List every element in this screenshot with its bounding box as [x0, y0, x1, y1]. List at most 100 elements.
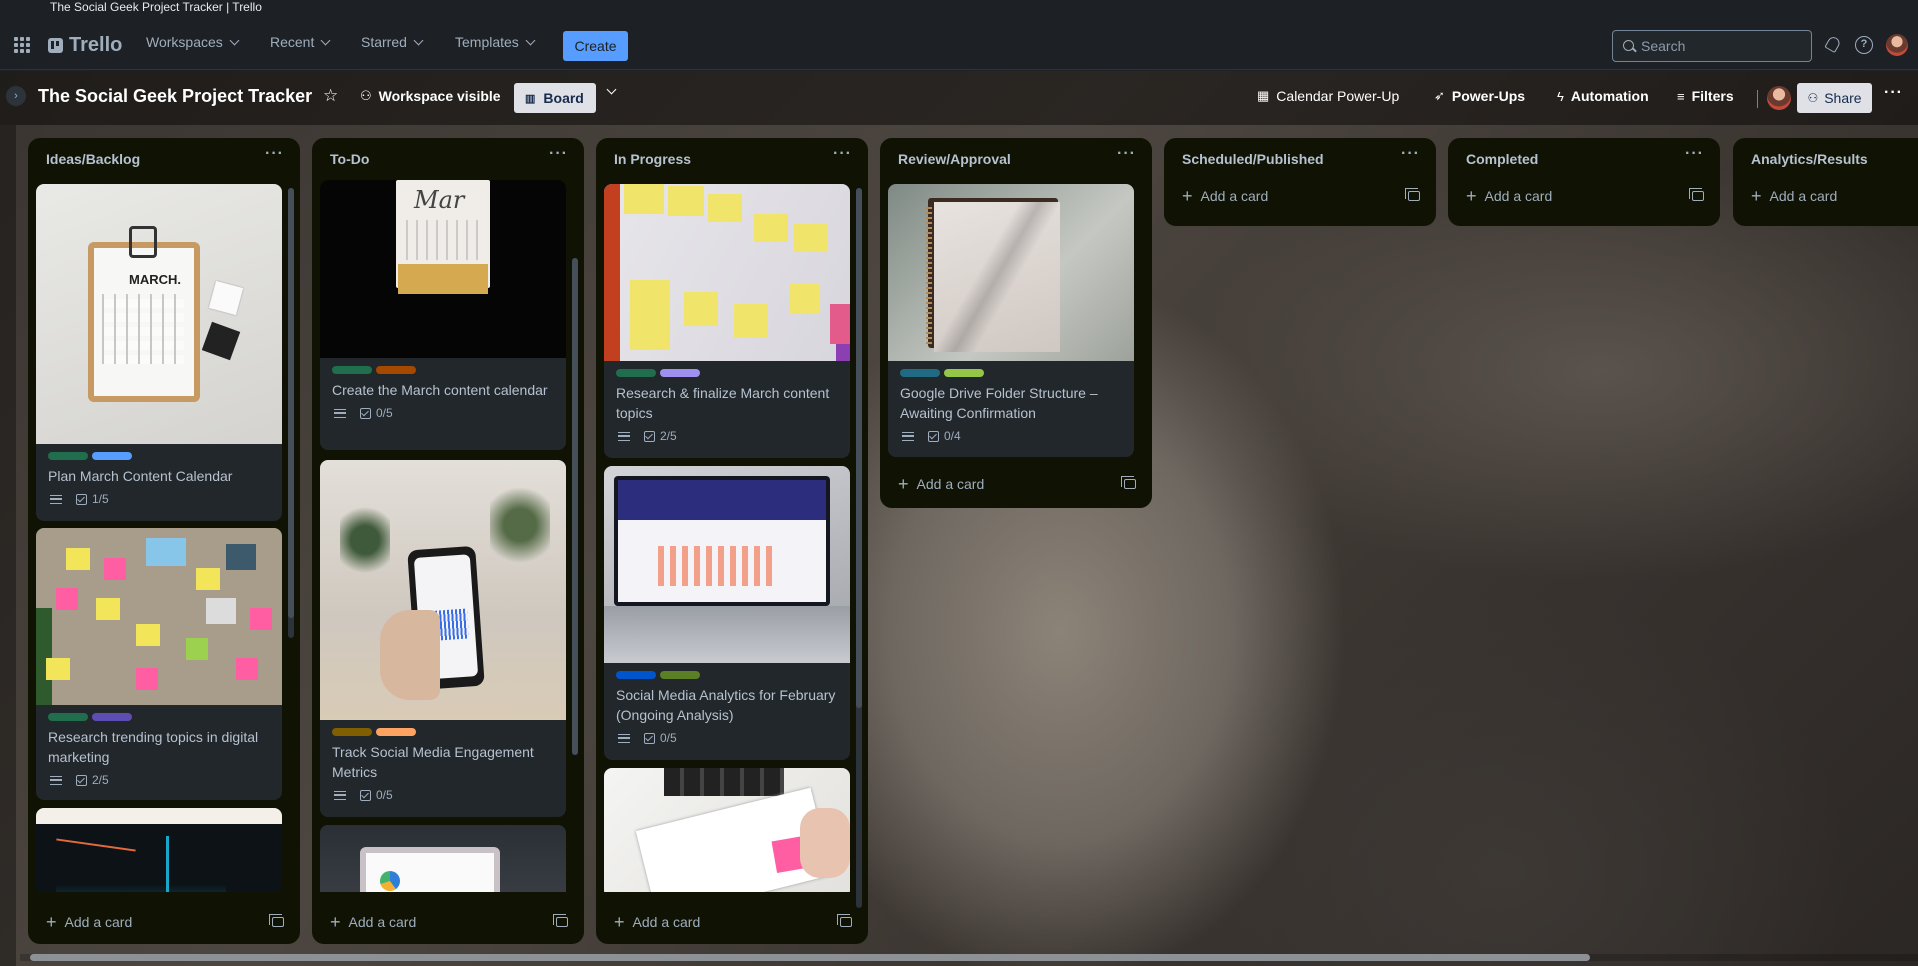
- powerups-button[interactable]: ➶ Power-Ups: [1434, 88, 1525, 104]
- add-card-label: Add a card: [1769, 188, 1838, 204]
- checklist-icon: [76, 493, 87, 505]
- list-title[interactable]: Ideas/Backlog: [46, 151, 140, 167]
- expand-sidebar-icon[interactable]: ›: [6, 86, 26, 106]
- create-from-template-icon[interactable]: [553, 914, 568, 927]
- workspaces-label: Workspaces: [146, 34, 223, 50]
- starred-label: Starred: [361, 34, 407, 50]
- help-icon[interactable]: ?: [1855, 36, 1873, 54]
- templates-menu[interactable]: Templates: [455, 34, 536, 50]
- plus-icon: +: [1182, 185, 1193, 206]
- share-button[interactable]: ⚇ Share: [1797, 83, 1872, 113]
- card-track-social-media-engagement[interactable]: Track Social Media Engagement Metrics 0/…: [320, 460, 566, 817]
- checklist-icon: [928, 430, 939, 442]
- add-card-button[interactable]: + Add a card: [1456, 180, 1712, 212]
- card-plan-march-content-calendar[interactable]: MARCH. Plan March Content Calendar 1/5: [36, 184, 282, 521]
- card-cover-image: [36, 808, 282, 892]
- add-card-button[interactable]: + Add a card: [320, 906, 576, 938]
- checklist-icon: [644, 732, 655, 744]
- checklist-count: 2/5: [660, 429, 677, 443]
- list-scrollbar[interactable]: [572, 258, 578, 755]
- board-view-button[interactable]: ▥ Board: [514, 83, 596, 113]
- add-card-button[interactable]: + Add a card: [1741, 180, 1911, 212]
- list-menu-icon[interactable]: ···: [1685, 145, 1704, 163]
- list-title[interactable]: Review/Approval: [898, 151, 1011, 167]
- star-board-icon[interactable]: ☆: [323, 86, 338, 106]
- app-switcher-icon[interactable]: [14, 37, 30, 53]
- card-research-finalize-march-topics[interactable]: Research & finalize March content topics…: [604, 184, 850, 458]
- list-title[interactable]: Analytics/Results: [1751, 151, 1868, 167]
- create-button[interactable]: Create: [563, 31, 628, 61]
- card-title: Research trending topics in digital mark…: [48, 729, 259, 765]
- card-create-march-content-calendar[interactable]: Mar Create the March content calendar 0/…: [320, 180, 566, 450]
- checklist-icon: [360, 789, 371, 801]
- calendar-powerup-label: Calendar Power-Up: [1276, 88, 1400, 104]
- list-cards: Research & finalize March content topics…: [604, 180, 850, 892]
- workspaces-menu[interactable]: Workspaces: [146, 34, 240, 50]
- add-card-button[interactable]: + Add a card: [888, 468, 1144, 500]
- member-avatar[interactable]: [1767, 86, 1791, 110]
- checklist-count: 0/5: [376, 788, 393, 802]
- list-menu-icon[interactable]: ···: [1117, 145, 1136, 163]
- switch-views-button[interactable]: [606, 84, 617, 95]
- add-card-button[interactable]: + Add a card: [36, 906, 292, 938]
- list-menu-icon[interactable]: ···: [549, 145, 568, 163]
- list-menu-icon[interactable]: ···: [265, 145, 284, 163]
- create-from-template-icon[interactable]: [1689, 188, 1704, 201]
- list-title[interactable]: Completed: [1466, 151, 1538, 167]
- list-scrollbar[interactable]: [288, 188, 294, 638]
- filters-label: Filters: [1691, 88, 1734, 104]
- checklist-count: 1/5: [92, 492, 109, 506]
- description-icon: [902, 431, 914, 441]
- list-menu-icon[interactable]: ···: [833, 145, 852, 163]
- list-title[interactable]: Scheduled/Published: [1182, 151, 1324, 167]
- calendar-powerup-button[interactable]: ▦ Calendar Power-Up: [1257, 88, 1399, 104]
- list-review-approval: Review/Approval ··· Google Drive Folder S…: [880, 138, 1152, 508]
- board-horizontal-scrollbar[interactable]: [30, 954, 1590, 961]
- filter-icon: ≡: [1677, 88, 1685, 104]
- trello-logo[interactable]: Trello: [48, 34, 122, 57]
- create-from-template-icon[interactable]: [269, 914, 284, 927]
- list-menu-icon[interactable]: ···: [1401, 145, 1420, 163]
- chevron-down-icon: [525, 35, 536, 45]
- search-input[interactable]: Search: [1612, 30, 1812, 62]
- card-analytics-monitor[interactable]: [36, 808, 282, 892]
- create-from-template-icon[interactable]: [837, 914, 852, 927]
- card-desk-planner[interactable]: [604, 768, 850, 892]
- card-social-media-analytics-february[interactable]: Social Media Analytics for February (Ong…: [604, 466, 850, 760]
- list-scrollbar[interactable]: [856, 188, 862, 908]
- list-analytics-results: Analytics/Results + Add a card: [1733, 138, 1918, 226]
- board-title[interactable]: The Social Geek Project Tracker: [38, 86, 312, 107]
- chevron-down-icon: [229, 35, 240, 45]
- filters-button[interactable]: ≡ Filters: [1677, 88, 1734, 104]
- workspace-visibility-button[interactable]: ⚇ Workspace visible: [360, 88, 501, 104]
- list-cards: MARCH. Plan March Content Calendar 1/5 R…: [36, 180, 282, 892]
- board-view-icon: ▥: [525, 92, 536, 105]
- create-from-template-icon[interactable]: [1405, 188, 1420, 201]
- notifications-bell-icon[interactable]: [1824, 36, 1842, 54]
- create-from-template-icon[interactable]: [1121, 476, 1136, 489]
- account-avatar[interactable]: [1886, 34, 1908, 56]
- starred-menu[interactable]: Starred: [361, 34, 424, 50]
- card-research-trending-topics[interactable]: Research trending topics in digital mark…: [36, 528, 282, 800]
- plus-icon: +: [46, 911, 57, 932]
- add-card-button[interactable]: + Add a card: [604, 906, 860, 938]
- top-navigation: Trello Workspaces Recent Starred Templat…: [0, 20, 1918, 70]
- trello-logo-text: Trello: [69, 34, 123, 56]
- list-to-do: To-Do ··· Mar Create the March content ca…: [312, 138, 584, 944]
- automation-button[interactable]: ϟ Automation: [1557, 88, 1649, 104]
- add-card-label: Add a card: [1200, 188, 1269, 204]
- share-icon: ⚇: [1807, 91, 1819, 105]
- trello-logo-icon: [48, 38, 63, 53]
- board-menu-icon[interactable]: ···: [1884, 84, 1903, 102]
- list-cards: Google Drive Folder Structure – Awaiting…: [888, 180, 1134, 460]
- add-card-button[interactable]: + Add a card: [1172, 180, 1428, 212]
- recent-menu[interactable]: Recent: [270, 34, 331, 50]
- list-title[interactable]: To-Do: [330, 151, 369, 167]
- list-title[interactable]: In Progress: [614, 151, 691, 167]
- card-google-drive-folder-structure[interactable]: Google Drive Folder Structure – Awaiting…: [888, 184, 1134, 457]
- description-icon: [50, 775, 62, 785]
- card-laptop-pie[interactable]: [320, 825, 566, 892]
- board-header: › The Social Geek Project Tracker ☆ ⚇ Wo…: [0, 71, 1918, 125]
- add-card-label: Add a card: [1484, 188, 1553, 204]
- card-cover-image: [320, 460, 566, 720]
